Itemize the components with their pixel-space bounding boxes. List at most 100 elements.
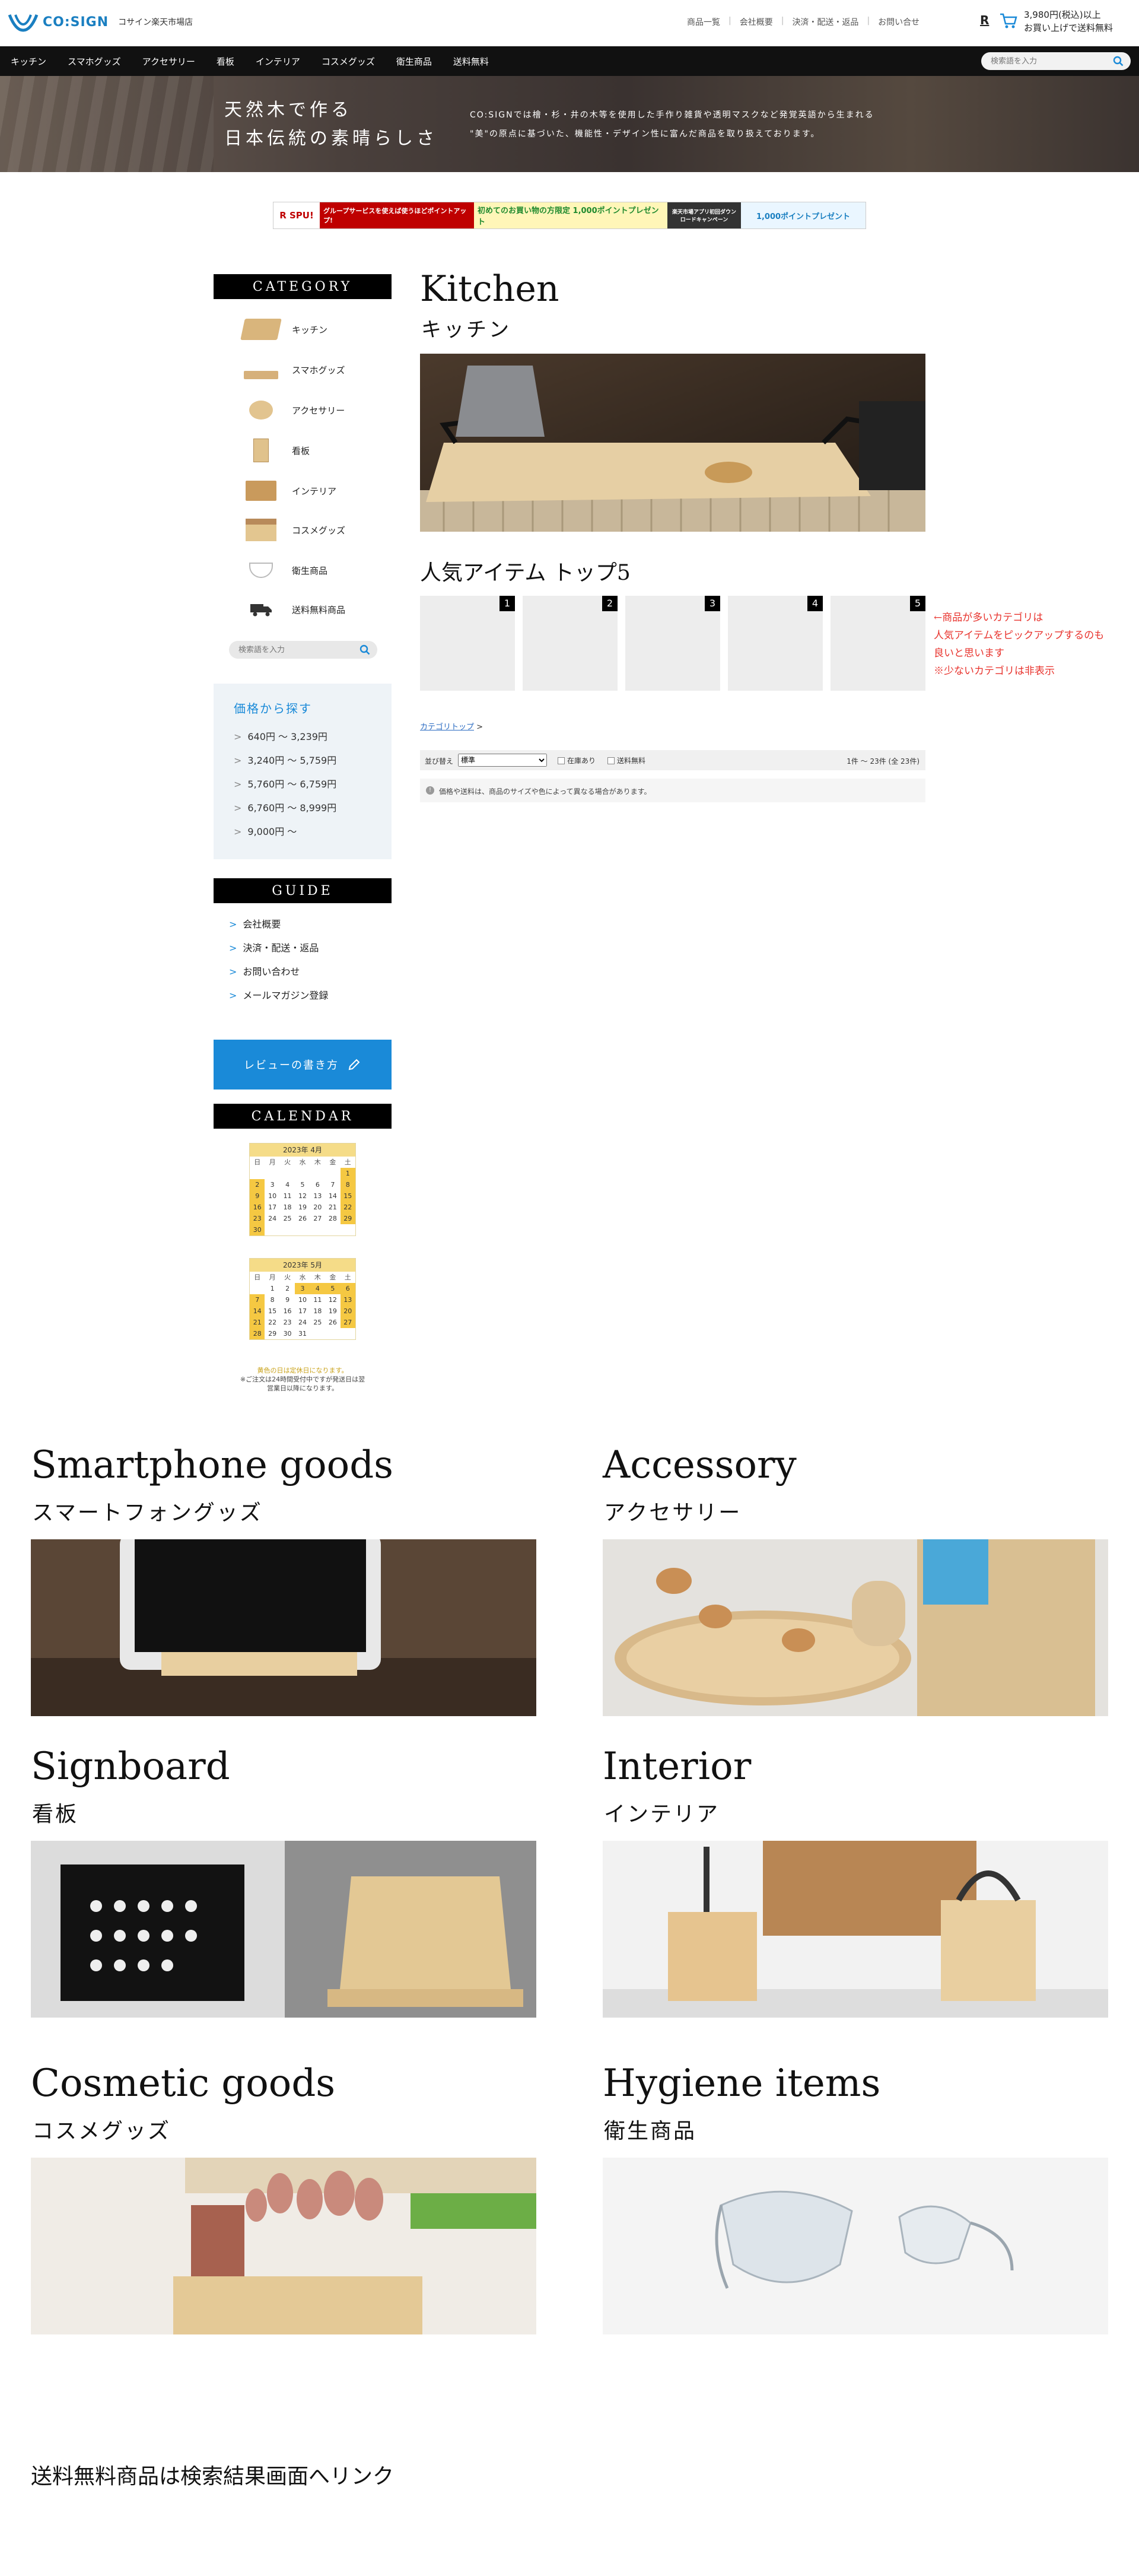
top-item-slot[interactable]: 1 — [420, 596, 515, 691]
price-range-link[interactable]: >9,000円 〜 — [234, 824, 297, 838]
filter-free-shipping[interactable]: 送料無料 — [607, 755, 645, 766]
calendar-day: 15 — [340, 1190, 355, 1202]
nav-item-cosmetic[interactable]: コスメグッズ — [311, 55, 386, 68]
face-shield-photo — [603, 2158, 1108, 2334]
section-image-signboard[interactable] — [31, 1841, 536, 2018]
top-item-slot[interactable]: 3 — [625, 596, 720, 691]
guide-link-payment[interactable]: > 決済・配送・返品 — [229, 940, 319, 954]
category-item-hygiene[interactable]: 衛生商品 — [237, 554, 380, 586]
category-item-smartphone[interactable]: スマホグッズ — [237, 354, 380, 386]
calendar-weekday: 火 — [284, 1158, 291, 1166]
category-item-cosmetic[interactable]: コスメグッズ — [237, 514, 380, 546]
breadcrumb-category-top[interactable]: カテゴリトップ — [420, 723, 474, 732]
signboard-photo — [31, 1841, 536, 2018]
store-logo[interactable]: CO:SIGN コサイン楽天市場店 — [7, 8, 193, 36]
calendar-weekday: 金 — [329, 1158, 336, 1166]
review-howto-button[interactable]: レビューの書き方 — [214, 1040, 392, 1090]
calendar-day: 17 — [298, 1307, 307, 1315]
price-range-link[interactable]: >5,760円 〜 6,759円 — [234, 776, 336, 790]
calendar-note-line2: ※ご注文は24時間受付中ですが発送日は翌営業日以降になります。 — [240, 1376, 365, 1392]
category-item-signboard[interactable]: 看板 — [237, 434, 380, 466]
section-image-cosmetic[interactable] — [31, 2158, 536, 2334]
promo-point-present: 1,000ポイントプレゼント — [741, 202, 866, 228]
promo-spu: R SPU! — [273, 202, 320, 228]
nav-item-free-shipping[interactable]: 送料無料 — [443, 55, 499, 68]
free-shipping-search-link[interactable]: 送料無料商品は検索結果画面へリンク — [31, 2459, 394, 2490]
sidebar-search-input[interactable] — [237, 644, 350, 656]
guide-link-contact[interactable]: > お問い合わせ — [229, 964, 300, 978]
calendar-day: 5 — [325, 1283, 341, 1294]
section-image-hygiene[interactable] — [603, 2158, 1108, 2334]
phone-stand-icon — [237, 355, 285, 384]
category-label: 送料無料商品 — [292, 604, 346, 615]
calendar-day: 22 — [340, 1202, 355, 1213]
nav-search-input[interactable] — [990, 55, 1108, 68]
rakuten-link[interactable]: R — [980, 13, 993, 28]
guide-link-newsletter[interactable]: > メールマガジン登録 — [229, 987, 328, 1002]
price-range-link[interactable]: >6,760円 〜 8,999円 — [234, 800, 336, 814]
top5-title: 人気アイテム トップ5 — [420, 561, 631, 585]
top-item-slot[interactable]: 2 — [523, 596, 618, 691]
nav-item-smartphone[interactable]: スマホグッズ — [57, 55, 132, 68]
section-title-smartphone: Smartphone goods — [31, 1443, 393, 1487]
section-title-signboard: Signboard — [31, 1745, 230, 1789]
top-item-slot[interactable]: 5 — [831, 596, 925, 691]
checkbox[interactable] — [607, 757, 615, 764]
search-icon[interactable] — [359, 644, 370, 655]
category-item-accessory[interactable]: アクセサリー — [237, 394, 380, 426]
calendar-day — [341, 1224, 355, 1235]
calendar-day — [295, 1168, 310, 1179]
calendar-day: 8 — [340, 1179, 355, 1190]
sort-label: 並び替え — [425, 757, 454, 766]
checkbox[interactable] — [558, 757, 565, 764]
kitchen-hero-image — [420, 354, 925, 532]
keychain-icon — [237, 396, 285, 424]
calendar-weekday: 火 — [284, 1273, 291, 1281]
calendar-day: 14 — [328, 1192, 337, 1200]
nav-item-accessory[interactable]: アクセサリー — [132, 55, 206, 68]
nav-item-kitchen[interactable]: キッチン — [0, 55, 57, 68]
cart-icon[interactable] — [999, 12, 1018, 30]
section-image-accessory[interactable] — [603, 1539, 1108, 1716]
search-icon[interactable] — [1113, 56, 1124, 66]
nav-item-hygiene[interactable]: 衛生商品 — [386, 55, 443, 68]
category-item-free-shipping[interactable]: 送料無料商品 — [237, 593, 380, 625]
sidebar-search-box — [229, 641, 377, 659]
util-link-products[interactable]: 商品一覧 — [687, 16, 720, 28]
free-shipping-line2: お買い上げで送料無料 — [1024, 23, 1113, 33]
util-link-company[interactable]: 会社概要 — [740, 16, 773, 28]
calendar-day: 25 — [283, 1215, 292, 1222]
calendar-day: 30 — [250, 1224, 265, 1235]
util-link-contact[interactable]: お問い合せ — [878, 16, 920, 28]
price-range-link[interactable]: >640円 〜 3,239円 — [234, 729, 327, 743]
hero-wood-texture — [0, 76, 214, 172]
category-heading: CATEGORY — [214, 274, 392, 299]
brush-stand-icon — [237, 516, 285, 544]
sort-select[interactable]: 標準 — [458, 754, 547, 767]
result-count: 1件 〜 23件 (全 23件) — [847, 757, 920, 766]
promo-banner[interactable]: R SPU! グループサービスを使えば使うほどポイントアップ! 初めてのお買い物… — [273, 202, 866, 229]
nav-item-interior[interactable]: インテリア — [245, 55, 311, 68]
calendar-day — [280, 1168, 295, 1179]
price-range-link[interactable]: >3,240円 〜 5,759円 — [234, 752, 336, 767]
util-link-payment[interactable]: 決済・配送・返品 — [792, 16, 858, 28]
hero-text-line1: CO:SIGNでは檜・杉・井の木等を使用した手作り雑貨や透明マスクなど発覚英語か… — [470, 110, 874, 120]
category-item-interior[interactable]: インテリア — [237, 475, 380, 507]
top-item-slot[interactable]: 4 — [728, 596, 823, 691]
rank-badge: 1 — [499, 596, 515, 611]
filter-in-stock[interactable]: 在庫あり — [558, 755, 596, 766]
calendar-day: 9 — [250, 1190, 265, 1202]
calendar-day: 6 — [315, 1181, 320, 1189]
guide-link-company[interactable]: > 会社概要 — [229, 916, 281, 930]
nav-item-signboard[interactable]: 看板 — [206, 55, 245, 68]
calendar-day: 27 — [340, 1317, 355, 1328]
calendar-grid: 日月火水木金土 1 2 3 4 5 6 7 8 9 10 11 12 13 14 15 16 17 18 19 20 21… — [250, 1272, 355, 1339]
calendar-day — [295, 1224, 310, 1235]
section-image-interior[interactable] — [603, 1841, 1108, 2018]
clock-icon — [237, 477, 285, 505]
calendar-weekday: 月 — [269, 1273, 276, 1281]
section-image-smartphone[interactable] — [31, 1539, 536, 1716]
calendar-day: 20 — [313, 1203, 322, 1211]
category-item-kitchen[interactable]: キッチン — [237, 313, 380, 345]
calendar-day: 28 — [250, 1328, 265, 1339]
